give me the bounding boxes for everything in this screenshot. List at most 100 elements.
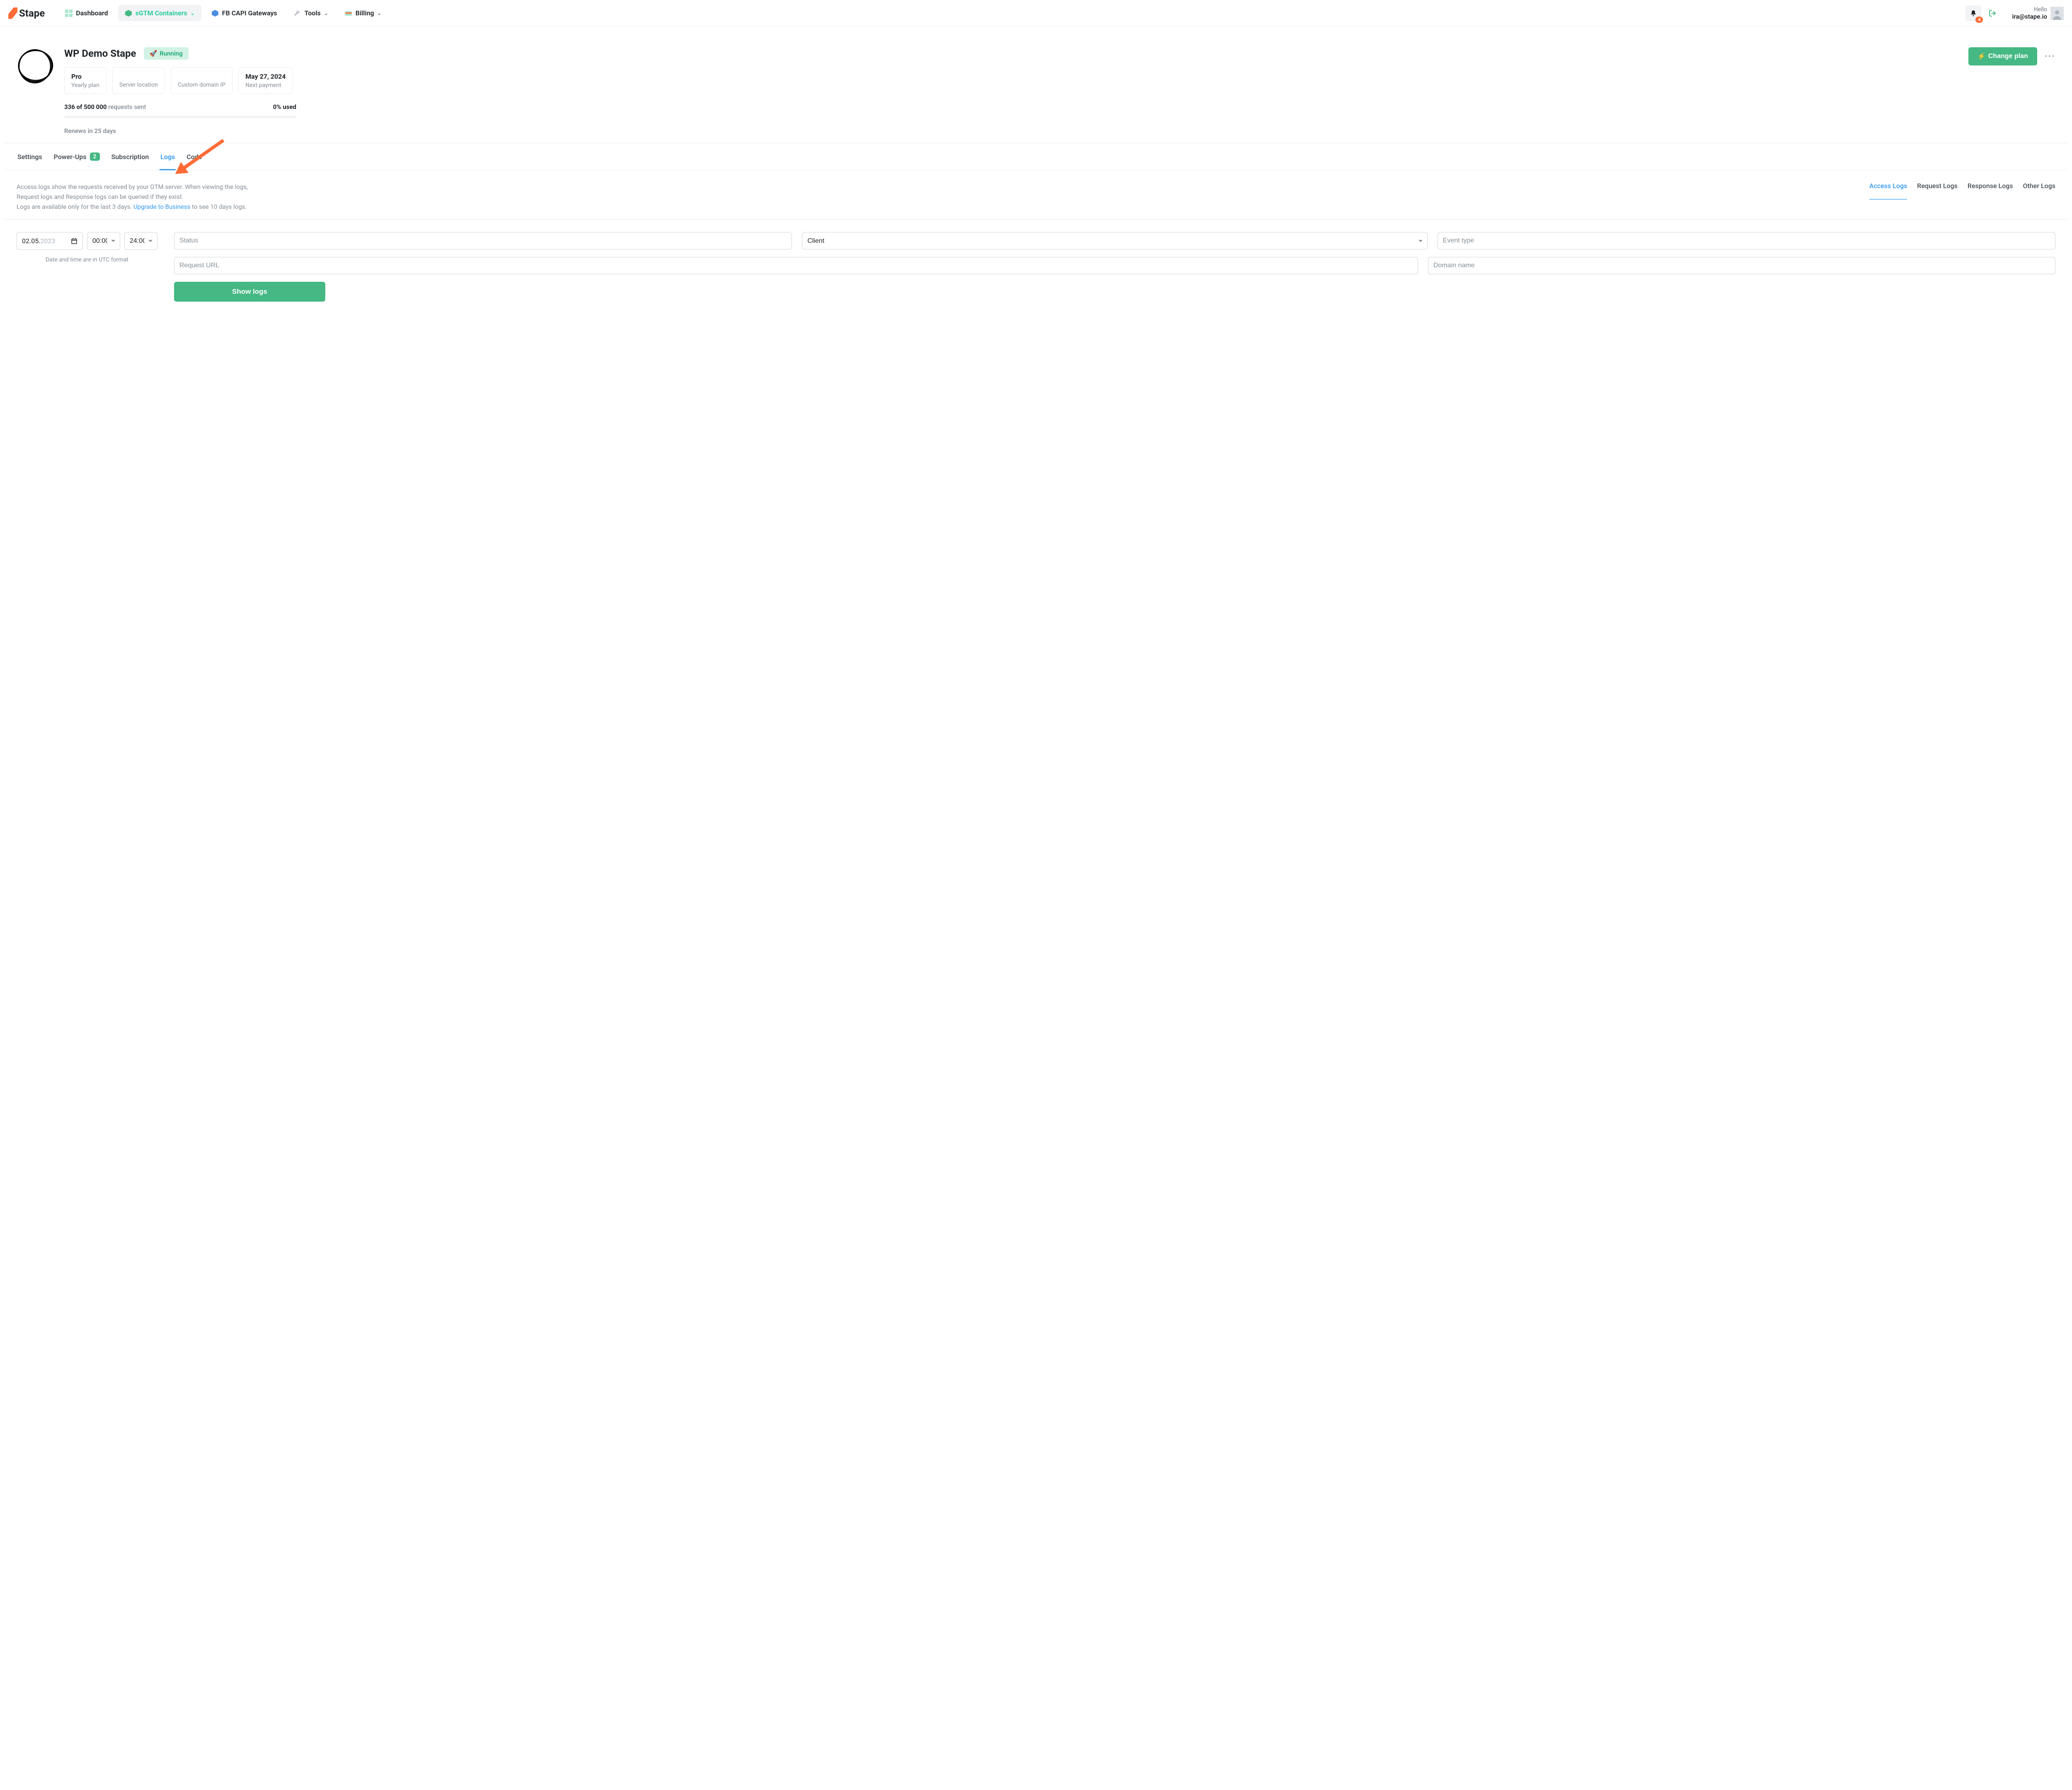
top-nav: Stape Dashboard sGTM Containers ⌄ FB CAP… (0, 0, 2072, 27)
container-tabs: Settings Power-Ups 2 Subscription Logs C… (4, 143, 2068, 170)
tab-settings-label: Settings (17, 153, 42, 161)
credit-card-icon (345, 10, 352, 17)
hexagon-icon (125, 10, 132, 17)
bolt-icon: ⚡ (1978, 52, 1986, 60)
chevron-down-icon: ⌄ (324, 10, 328, 16)
powerups-badge: 2 (90, 152, 100, 161)
subtab-response-logs[interactable]: Response Logs (1968, 182, 2013, 200)
usage-percent: 0% used (273, 103, 296, 111)
notifications-button[interactable]: 4 (1965, 5, 1981, 21)
panel-header: WP Demo Stape 🚀 Running Pro Yearly plan … (4, 35, 2068, 143)
container-title: WP Demo Stape (64, 48, 136, 59)
nav-tools[interactable]: Tools ⌄ (287, 5, 335, 21)
request-url-input[interactable] (174, 257, 1418, 274)
user-email: ira@stape.io (2012, 13, 2047, 20)
logo[interactable]: Stape (8, 7, 45, 19)
logo-icon (8, 7, 17, 19)
custom-domain-card: Custom domain IP (171, 67, 232, 94)
subtab-access-logs[interactable]: Access Logs (1869, 182, 1907, 200)
plan-card: Pro Yearly plan (64, 67, 107, 94)
change-plan-label: Change plan (1988, 53, 2028, 60)
wrench-icon (294, 10, 301, 17)
server-location-card: Server location (112, 67, 165, 94)
subtab-request-logs[interactable]: Request Logs (1917, 182, 1958, 200)
subtab-response-label: Response Logs (1968, 182, 2013, 190)
usage-label: requests sent (108, 103, 146, 111)
calendar-icon (71, 238, 77, 244)
next-payment-card: May 27, 2024 Next payment (238, 67, 293, 94)
logs-desc-line2a: Logs are available only for the last 3 d… (17, 203, 133, 210)
nav-fb-capi[interactable]: FB CAPI Gateways (205, 5, 284, 21)
tab-powerups-label: Power-Ups (54, 153, 87, 161)
nav-billing-label: Billing (356, 9, 374, 17)
logs-desc-line1: Access logs show the requests received b… (17, 182, 249, 202)
container-avatar-icon (17, 47, 54, 85)
usage-count: 336 of 500 000 (64, 103, 107, 111)
nav-billing[interactable]: Billing ⌄ (338, 5, 388, 21)
more-options-button[interactable]: ••• (2045, 51, 2055, 61)
logs-subtabs: Access Logs Request Logs Response Logs O… (1869, 182, 2055, 200)
chevron-down-icon: ⌄ (191, 10, 195, 16)
avatar (2050, 7, 2064, 20)
subtab-other-logs[interactable]: Other Logs (2023, 182, 2055, 200)
plan-sub: Yearly plan (71, 82, 99, 89)
next-payment-label: Next payment (245, 82, 286, 89)
info-cards: Pro Yearly plan Server location Custom d… (64, 67, 1958, 94)
grid-icon (65, 10, 73, 17)
tab-subscription[interactable]: Subscription (111, 143, 150, 170)
client-select[interactable]: Client (802, 232, 1427, 249)
logs-desc-line2b: to see 10 days logs. (190, 203, 247, 210)
chevron-down-icon: ⌄ (378, 10, 382, 16)
domain-name-input[interactable] (1428, 257, 2055, 274)
subtab-access-label: Access Logs (1869, 182, 1907, 190)
time-from-select[interactable]: 00:00 (87, 232, 120, 250)
logout-button[interactable] (1985, 5, 2000, 21)
change-plan-button[interactable]: ⚡ Change plan (1968, 47, 2037, 65)
logout-icon (1989, 10, 1996, 17)
show-logs-label: Show logs (232, 288, 267, 295)
status-input[interactable] (174, 232, 792, 249)
tab-logs[interactable]: Logs (160, 143, 176, 170)
subtab-other-label: Other Logs (2023, 182, 2055, 190)
nav-sgtm-label: sGTM Containers (136, 9, 187, 17)
user-block[interactable]: Hello ira@stape.io (2012, 6, 2064, 20)
tab-settings[interactable]: Settings (17, 143, 43, 170)
logs-filters: 02.05.2023 00:00 24:00 Date and time are… (4, 220, 2068, 318)
nav-sgtm-containers[interactable]: sGTM Containers ⌄ (118, 5, 201, 21)
status-badge: 🚀 Running (144, 47, 189, 60)
dots-icon: ••• (2045, 51, 2055, 61)
logs-section-header: Access logs show the requests received b… (4, 170, 2068, 220)
container-panel: WP Demo Stape 🚀 Running Pro Yearly plan … (4, 35, 2068, 318)
time-to-select[interactable]: 24:00 (124, 232, 157, 250)
notification-badge: 4 (1975, 17, 1983, 23)
date-dm: 02.05. (22, 237, 40, 245)
tab-subscription-label: Subscription (111, 153, 149, 161)
plan-name: Pro (71, 73, 99, 80)
custom-domain-label: Custom domain IP (178, 82, 225, 88)
server-location-label: Server location (119, 82, 158, 88)
tab-logs-label: Logs (160, 153, 175, 161)
status-label: Running (160, 50, 182, 57)
bell-icon (1970, 10, 1977, 17)
rocket-icon: 🚀 (150, 50, 157, 57)
datetime-hint: Date and time are in UTC format (17, 256, 157, 263)
nav-dashboard[interactable]: Dashboard (58, 5, 114, 21)
usage-progress-bar (64, 116, 296, 118)
tab-power-ups[interactable]: Power-Ups 2 (53, 143, 101, 170)
hexagon-icon (211, 10, 219, 17)
nav-dashboard-label: Dashboard (76, 9, 108, 17)
user-greeting: Hello (2012, 6, 2047, 13)
logs-description: Access logs show the requests received b… (17, 182, 249, 212)
nav-tools-label: Tools (305, 9, 321, 17)
event-type-input[interactable] (1438, 232, 2055, 249)
date-input[interactable]: 02.05.2023 (17, 232, 83, 250)
renews-label: Renews in 25 days (64, 127, 1958, 135)
next-payment-date: May 27, 2024 (245, 73, 286, 80)
logo-text: Stape (19, 7, 45, 19)
nav-fbcapi-label: FB CAPI Gateways (222, 9, 277, 17)
show-logs-button[interactable]: Show logs (174, 282, 325, 302)
subtab-request-label: Request Logs (1917, 182, 1958, 190)
date-year: 2023 (40, 237, 55, 245)
upgrade-link[interactable]: Upgrade to Business (133, 203, 190, 210)
usage-row: 336 of 500 000 requests sent 0% used (64, 103, 296, 111)
